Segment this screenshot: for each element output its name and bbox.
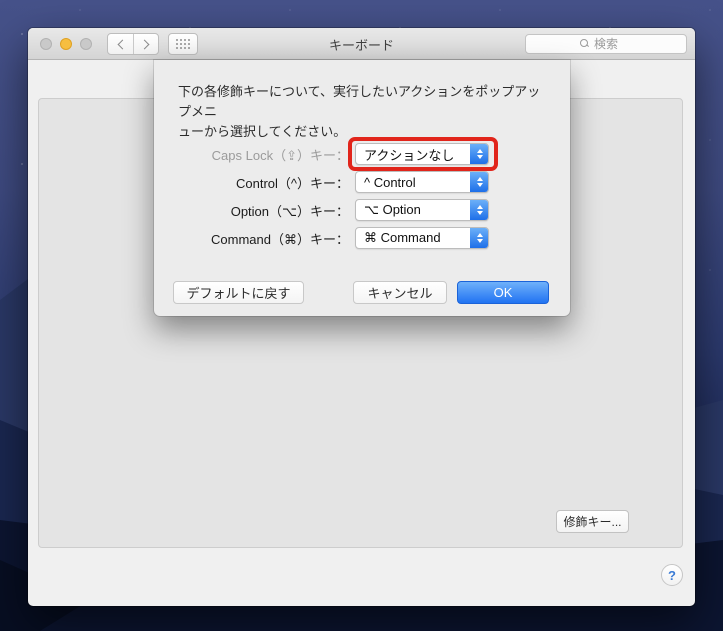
modifier-keys-button[interactable]: 修飾キー... <box>556 510 629 533</box>
help-button[interactable]: ? <box>661 564 683 586</box>
restore-defaults-button[interactable]: デフォルトに戻す <box>173 281 304 304</box>
caps-lock-row: Caps Lock（⇪）キー： アクションなし <box>154 143 570 165</box>
back-button[interactable] <box>108 34 133 54</box>
control-label: Control（^）キー： <box>235 175 349 191</box>
stepper-icon <box>470 144 488 164</box>
option-label: Option（⌥）キー： <box>230 203 349 219</box>
forward-button[interactable] <box>133 34 158 54</box>
modifier-rows: Caps Lock（⇪）キー： アクションなし Control（^）キー： ^ … <box>154 143 570 255</box>
preferences-window: キーボード 修飾キー... ? 下の各修飾キーについて、実行したいアクションをポ… <box>28 28 695 606</box>
command-popup-value: ⌘ Command <box>364 230 441 245</box>
stepper-icon <box>470 172 488 192</box>
grid-icon <box>176 39 190 49</box>
option-row: Option（⌥）キー： ⌥ Option <box>154 199 570 221</box>
modifier-keys-sheet: 下の各修飾キーについて、実行したいアクションをポップアップメニ ューから選択して… <box>154 60 570 316</box>
titlebar: キーボード <box>28 28 695 60</box>
instruction-line-1: 下の各修飾キーについて、実行したいアクションをポップアップメニ <box>178 84 541 119</box>
cancel-button[interactable]: キャンセル <box>353 281 447 304</box>
search-input[interactable] <box>525 34 687 54</box>
command-label: Command（⌘）キー： <box>211 231 349 247</box>
caps-lock-popup-value: アクションなし <box>364 147 455 163</box>
nav-segmented-control <box>107 33 159 55</box>
option-popup-value: ⌥ Option <box>364 202 421 217</box>
sheet-instruction: 下の各修飾キーについて、実行したいアクションをポップアップメニ ューから選択して… <box>178 82 550 142</box>
caps-lock-label: Caps Lock（⇪）キー： <box>211 147 349 163</box>
search-container <box>525 34 687 54</box>
command-row: Command（⌘）キー： ⌘ Command <box>154 227 570 249</box>
sheet-footer: デフォルトに戻す キャンセル OK <box>154 281 570 304</box>
caps-lock-popup[interactable]: アクションなし <box>355 143 489 165</box>
control-popup[interactable]: ^ Control <box>355 171 489 193</box>
show-all-button[interactable] <box>168 33 198 55</box>
back-chevron-icon <box>117 39 127 49</box>
ok-button[interactable]: OK <box>457 281 549 304</box>
pane-content: 修飾キー... ? 下の各修飾キーについて、実行したいアクションをポップアップメ… <box>28 60 695 605</box>
stepper-icon <box>470 228 488 248</box>
stepper-icon <box>470 200 488 220</box>
command-popup[interactable]: ⌘ Command <box>355 227 489 249</box>
instruction-line-2: ューから選択してください。 <box>178 124 347 139</box>
control-row: Control（^）キー： ^ Control <box>154 171 570 193</box>
forward-chevron-icon <box>139 39 150 49</box>
option-popup[interactable]: ⌥ Option <box>355 199 489 221</box>
control-popup-value: ^ Control <box>364 174 416 190</box>
